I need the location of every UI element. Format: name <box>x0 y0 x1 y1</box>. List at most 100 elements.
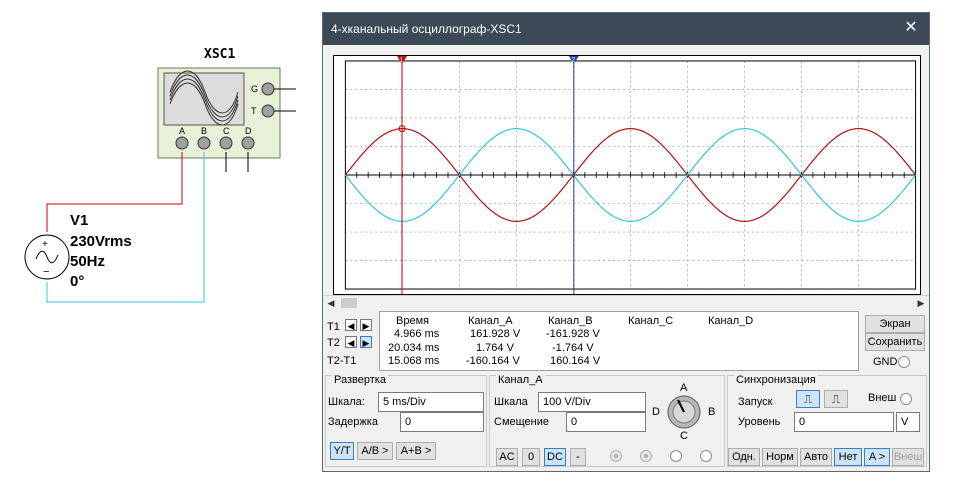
normal-trigger-button[interactable]: Норм <box>762 448 798 466</box>
xsc-terminal-d[interactable] <box>241 136 255 150</box>
screen-button[interactable]: Экран <box>865 315 925 333</box>
channel-radio-1[interactable] <box>610 450 622 462</box>
delay-input[interactable]: 0 <box>400 412 484 432</box>
scope-display[interactable]: 12 <box>333 55 921 295</box>
channel-radio-3[interactable] <box>670 450 682 462</box>
xsc-screen-icon <box>163 72 245 126</box>
zero-coupling-button[interactable]: 0 <box>522 448 540 466</box>
t2-channel-b: -1.764 V <box>552 342 594 354</box>
trigger-ext-label: Внеш <box>868 392 897 404</box>
t1-channel-b: -161.928 V <box>546 328 600 340</box>
xsc-terminal-a[interactable] <box>175 136 189 150</box>
header-channel-c: Канал_C <box>628 315 674 327</box>
trigger-level-label: Уровень <box>738 416 781 428</box>
t2-label: T2 <box>327 337 340 349</box>
svg-text:+: + <box>42 239 48 250</box>
xsc-pin-label-b: B <box>201 126 207 136</box>
svg-text:−: − <box>43 266 49 278</box>
aplusb-mode-button[interactable]: A+B > <box>396 442 436 460</box>
sweep-scale-input[interactable]: 5 ms/Div <box>378 392 484 412</box>
t2-channel-a: 1.764 V <box>476 342 514 354</box>
window-title: 4-хканальный осциллограф-XSC1 <box>331 22 522 36</box>
xsc-pin-label-c: C <box>223 126 230 136</box>
t1-time: 4.966 ms <box>394 328 440 340</box>
cursor-readout-table: Время Канал_A Канал_B Канал_C Канал_D 4.… <box>379 311 859 371</box>
gnd-radio[interactable] <box>898 356 910 368</box>
offset-label: Смещение <box>494 416 550 428</box>
t1-channel-a: 161.928 V <box>470 328 521 340</box>
horizontal-scrollbar[interactable]: ◀ ▶ <box>323 295 929 310</box>
channel-radio-4[interactable] <box>700 450 712 462</box>
header-channel-a: Канал_A <box>468 315 513 327</box>
xsc-label: XSC1 <box>204 47 235 62</box>
trigger-group: Синхронизация Запуск ⎍ ⎍ Внеш Уровень 0 … <box>727 374 927 467</box>
ac-coupling-button[interactable]: AC <box>496 448 518 466</box>
offset-input[interactable]: 0 <box>566 412 646 432</box>
title-bar[interactable]: 4-хканальный осциллограф-XSC1 ✕ <box>323 13 929 45</box>
channel-group: Канал_A Шкала 100 V/Div Смещение 0 AC 0 … <box>489 374 725 467</box>
header-channel-b: Канал_B <box>548 315 593 327</box>
source-phase: 0° <box>70 273 84 290</box>
sweep-title: Развертка <box>332 374 388 386</box>
t2-time: 20.034 ms <box>388 342 440 354</box>
scroll-left-icon[interactable]: ◀ <box>325 297 337 309</box>
trigger-level-unit[interactable]: V <box>896 412 920 432</box>
channel-selector-knob[interactable] <box>666 394 702 430</box>
sweep-scale-label: Шкала: <box>328 396 365 408</box>
channel-scale-label: Шкала <box>494 396 528 408</box>
knob-label-a: A <box>680 382 688 394</box>
t1-label: T1 <box>327 321 340 333</box>
t2-left-arrow-icon[interactable]: ◀ <box>345 336 357 348</box>
header-channel-d: Канал_D <box>708 315 754 327</box>
xsc-pin-label-d: D <box>245 126 252 136</box>
trigger-level-input[interactable]: 0 <box>794 412 894 432</box>
t2-t1-label: T2-T1 <box>327 355 357 367</box>
scroll-right-icon[interactable]: ▶ <box>915 297 927 309</box>
invert-button[interactable]: - <box>570 448 586 466</box>
auto-trigger-button[interactable]: Авто <box>800 448 832 466</box>
xsc-pin-label-a: A <box>179 126 185 136</box>
rising-edge-icon[interactable]: ⎍ <box>796 390 820 408</box>
yt-mode-button[interactable]: Y/T <box>330 442 354 460</box>
trigger-ext-radio[interactable] <box>900 393 912 405</box>
t2-t1-time: 15.068 ms <box>388 355 440 367</box>
knob-label-d: D <box>652 406 660 418</box>
ab-mode-button[interactable]: A/B > <box>357 442 393 460</box>
circuit-schematic: XSC1 A B C D G T + − V1 230Vrms 50Hz 0° <box>24 47 296 303</box>
trigger-start-label: Запуск <box>738 396 773 408</box>
channel-a-trigger-button[interactable]: A > <box>864 448 890 466</box>
trigger-title: Синхронизация <box>734 374 818 386</box>
svg-text:2: 2 <box>571 57 575 64</box>
knob-label-c: C <box>680 430 688 442</box>
header-time: Время <box>396 315 430 327</box>
dc-coupling-button[interactable]: DC <box>544 448 566 466</box>
save-button[interactable]: Сохранить <box>865 333 925 351</box>
xsc-terminal-g[interactable] <box>261 82 275 96</box>
xsc-pin-label-g: G <box>251 84 258 94</box>
source-frequency: 50Hz <box>70 253 105 270</box>
falling-edge-icon[interactable]: ⎍ <box>824 390 848 408</box>
oscilloscope-window: 4-хканальный осциллограф-XSC1 ✕ 12 ◀ ▶ T… <box>322 12 930 472</box>
scroll-thumb[interactable] <box>341 298 357 308</box>
ext-trigger-button[interactable]: Внеш <box>892 448 924 466</box>
source-name: V1 <box>70 212 88 229</box>
single-trigger-button[interactable]: Одн. <box>728 448 760 466</box>
t1-left-arrow-icon[interactable]: ◀ <box>345 319 357 331</box>
xsc-terminal-b[interactable] <box>197 136 211 150</box>
t2-t1-channel-b: 160.164 V <box>550 355 601 367</box>
xsc-terminal-c[interactable] <box>219 136 233 150</box>
source-voltage: 230Vrms <box>70 233 132 250</box>
t1-right-arrow-icon[interactable]: ▶ <box>360 319 372 331</box>
channel-radio-2[interactable] <box>640 450 652 462</box>
t2-right-arrow-icon[interactable]: ▶ <box>360 336 372 348</box>
channel-title: Канал_A <box>496 374 545 386</box>
xsc-terminal-t[interactable] <box>261 104 275 118</box>
delay-label: Задержка <box>328 416 378 428</box>
close-icon[interactable]: ✕ <box>901 18 921 38</box>
xsc-pin-label-t: T <box>251 106 257 116</box>
channel-scale-input[interactable]: 100 V/Div <box>538 392 646 412</box>
knob-label-b: B <box>708 406 716 418</box>
none-trigger-button[interactable]: Нет <box>834 448 862 466</box>
t2-t1-channel-a: -160.164 V <box>466 355 520 367</box>
sweep-group: Развертка Шкала: 5 ms/Div Задержка 0 Y/T… <box>325 374 487 467</box>
